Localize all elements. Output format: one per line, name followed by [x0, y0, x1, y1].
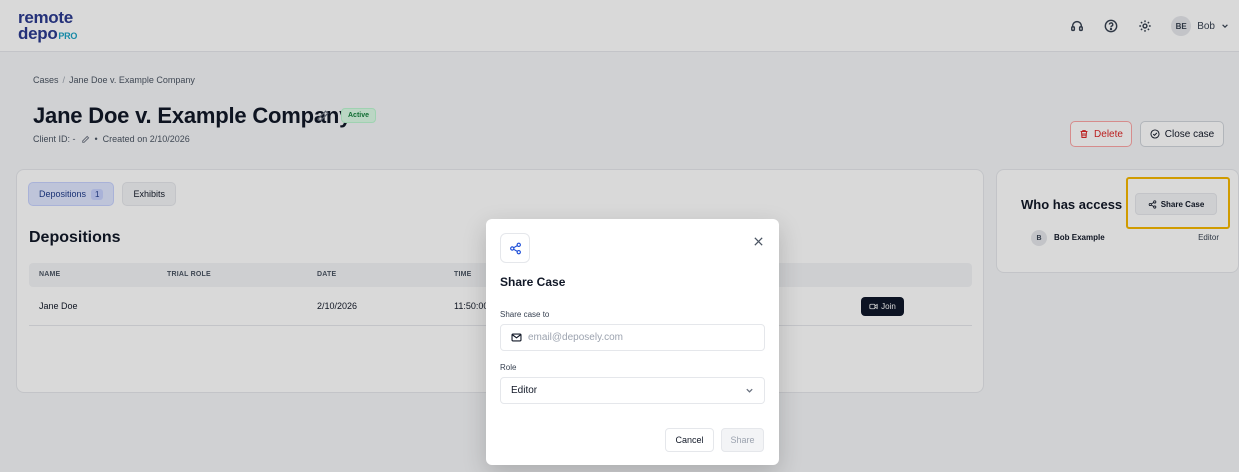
chevron-down-icon — [746, 388, 753, 393]
email-field[interactable] — [500, 324, 765, 351]
close-icon[interactable] — [751, 234, 765, 248]
email-input[interactable] — [528, 332, 748, 343]
share-button[interactable]: Share — [721, 428, 764, 452]
role-label: Role — [500, 363, 517, 372]
modal-share-icon — [500, 233, 530, 263]
mail-icon — [511, 333, 522, 342]
share-to-label: Share case to — [500, 310, 550, 319]
share-case-modal: Share Case Share case to Role Editor Can… — [486, 219, 779, 465]
modal-title: Share Case — [500, 275, 566, 289]
role-select[interactable]: Editor — [500, 377, 765, 404]
role-value: Editor — [511, 385, 538, 396]
cancel-button[interactable]: Cancel — [665, 428, 714, 452]
